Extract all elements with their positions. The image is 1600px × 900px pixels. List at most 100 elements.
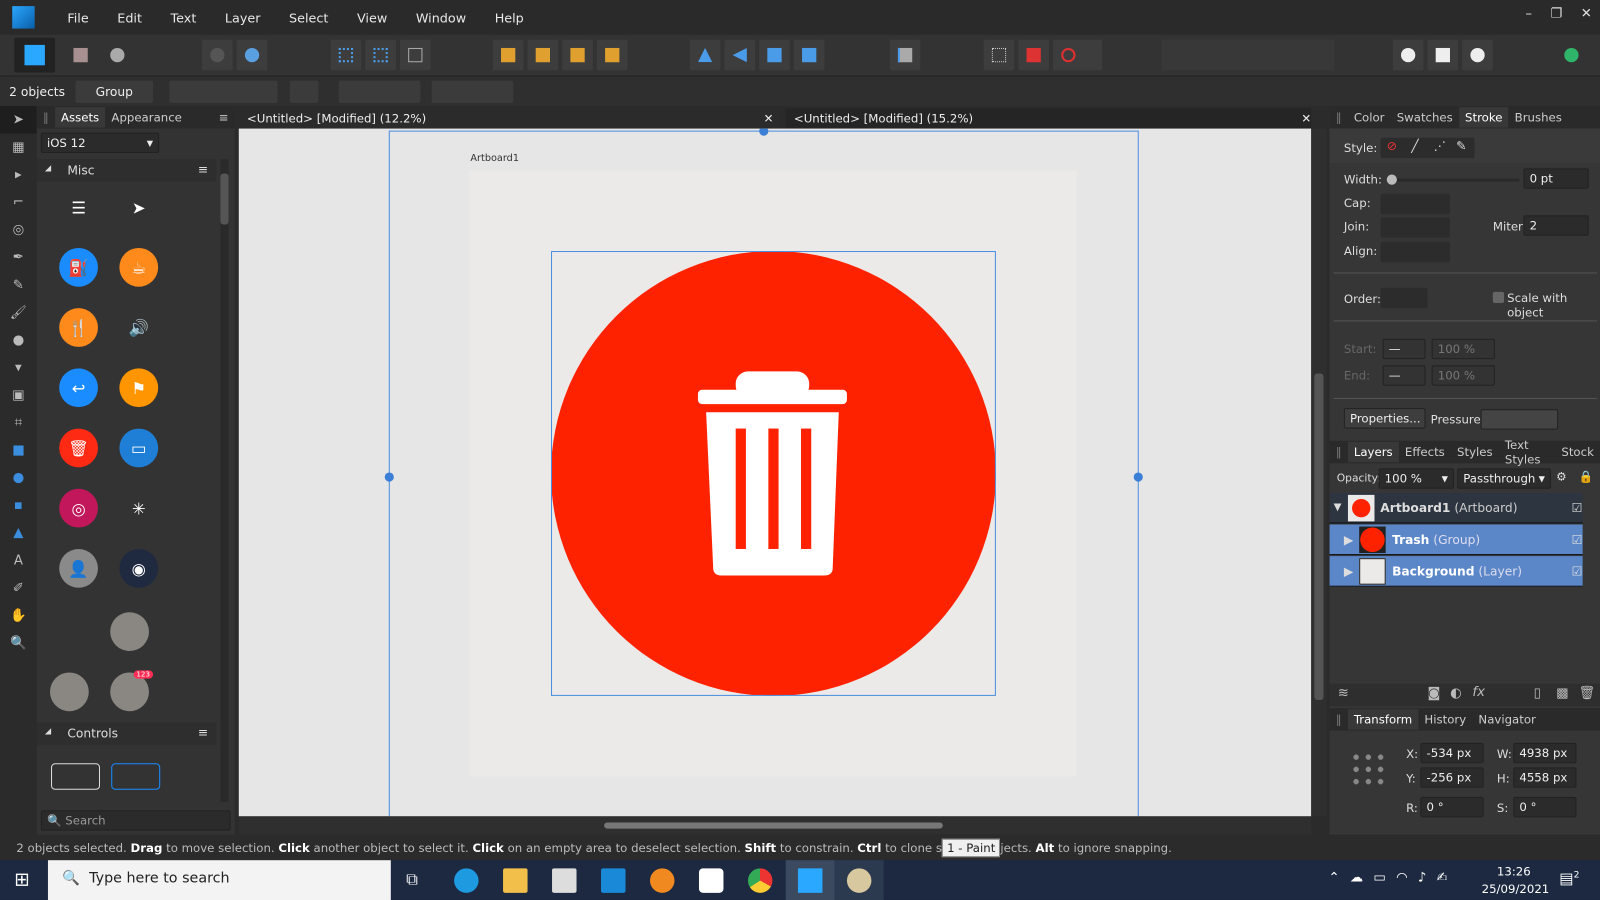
fill-tool-icon[interactable]: ● — [0, 327, 37, 355]
selection-handle[interactable] — [384, 472, 394, 482]
scale-with-object-checkbox[interactable] — [1492, 291, 1505, 304]
cap-buttons[interactable] — [1380, 193, 1450, 215]
place-image-icon[interactable]: ▣ — [0, 382, 37, 410]
boolean-add-button[interactable] — [202, 39, 233, 71]
close-tab-icon[interactable]: ✕ — [764, 111, 774, 125]
designer-persona-button[interactable] — [14, 37, 56, 73]
export-persona-button[interactable] — [102, 40, 133, 71]
restore-icon[interactable]: ❐ — [1550, 6, 1562, 21]
arrange-forward-button[interactable] — [562, 39, 593, 71]
store-icon[interactable] — [552, 868, 577, 893]
layer-row-trash[interactable]: ▶ Trash (Group) ☑ — [1329, 524, 1583, 556]
avatar-icon[interactable]: 👤 — [59, 548, 98, 588]
spinner-icon[interactable]: ✳ — [119, 488, 159, 528]
opacity-select[interactable]: 100 % ▼ — [1378, 468, 1455, 489]
menu-help[interactable]: Help — [480, 10, 538, 25]
triangle-tool-icon[interactable]: ▲ — [0, 519, 37, 547]
location-arrow-icon[interactable]: ➤ — [119, 187, 159, 227]
flip-vertical-button[interactable] — [724, 39, 756, 71]
chrome-icon[interactable] — [747, 868, 773, 893]
category-controls-header[interactable]: ◢ Controls ≡ — [36, 722, 217, 745]
order-buttons[interactable] — [1380, 287, 1428, 309]
h-field[interactable]: 4558 px — [1513, 767, 1577, 788]
task-view-icon[interactable]: ⧉ — [406, 869, 418, 889]
align-button[interactable] — [889, 39, 921, 71]
end-arrow-select[interactable]: — — [1382, 365, 1426, 386]
w-field[interactable]: 4938 px — [1513, 742, 1577, 764]
expand-icon[interactable]: ▶ — [1344, 532, 1353, 546]
color-button[interactable] — [1018, 39, 1049, 71]
snap-grid-button[interactable] — [330, 39, 362, 71]
tab-assets[interactable]: Assets — [54, 107, 106, 128]
arrange-back-button[interactable] — [492, 39, 524, 71]
stroke-style-buttons[interactable]: ⊘ ╱ ⋰ ✎ — [1380, 137, 1475, 159]
asset-avatar-placeholder[interactable] — [110, 612, 149, 652]
tab-history[interactable]: History — [1418, 709, 1472, 729]
preferences-button[interactable] — [1462, 39, 1493, 71]
studio-button[interactable] — [1427, 39, 1459, 71]
fuel-icon[interactable]: ⛽ — [59, 247, 98, 287]
rotate-right-button[interactable] — [793, 39, 825, 71]
rectangle-tool-icon[interactable]: ■ — [0, 437, 37, 465]
tab-styles[interactable]: Styles — [1451, 442, 1499, 462]
file-explorer-icon[interactable] — [503, 868, 528, 893]
category-misc-header[interactable]: ◢ Misc ≡ — [36, 159, 217, 182]
asset-button-outline[interactable] — [51, 763, 100, 790]
reset-transform-button[interactable] — [289, 80, 319, 104]
affinity-taskbar-button[interactable] — [785, 860, 835, 900]
windows-start-icon[interactable]: ⊞ — [14, 869, 29, 890]
panel-menu-icon[interactable]: ≡ — [213, 107, 235, 127]
snapping-button[interactable] — [1053, 39, 1103, 71]
end-scale-field[interactable]: 100 % — [1431, 365, 1495, 386]
layers-stack-icon[interactable]: ≋ — [1338, 686, 1349, 701]
lock-icon[interactable]: 🔒 — [1579, 469, 1594, 483]
pixel-persona-button[interactable] — [65, 40, 96, 71]
close-icon[interactable]: ✕ — [1581, 6, 1592, 21]
boolean-subtract-button[interactable] — [236, 39, 268, 71]
join-buttons[interactable] — [1380, 217, 1450, 238]
menu-select[interactable]: Select — [275, 10, 343, 25]
tab-stroke[interactable]: Stroke — [1458, 107, 1509, 128]
pencil-tool-icon[interactable]: ✎ — [0, 271, 37, 299]
crop-tool-icon[interactable]: ⌗ — [0, 409, 37, 437]
coffee-icon[interactable]: ☕ — [119, 247, 159, 287]
tab-swatches[interactable]: Swatches — [1391, 107, 1459, 127]
selection-handle[interactable] — [1133, 472, 1143, 482]
account-icon[interactable] — [1556, 40, 1587, 71]
shear-field[interactable]: 0 ° — [1513, 796, 1577, 818]
horizontal-scrollbar[interactable] — [238, 816, 1312, 835]
tab-text-styles[interactable]: Text Styles — [1499, 435, 1556, 470]
snap-bbox-button[interactable] — [365, 39, 396, 71]
visibility-checkbox[interactable]: ☑ — [1572, 532, 1583, 546]
tab-document-2[interactable]: <Untitled> [Modified] (15.2%) ✕ — [785, 108, 1312, 129]
tab-color[interactable]: Color — [1348, 107, 1391, 127]
width-slider[interactable] — [1386, 174, 1520, 185]
artboard-tool-icon[interactable]: ▦ — [0, 134, 37, 162]
corner-tool-icon[interactable]: ⌐ — [0, 189, 37, 217]
rotation-field[interactable]: 0 ° — [1420, 796, 1484, 818]
archive-icon[interactable]: ▭ — [119, 428, 159, 468]
y-field[interactable]: -256 px — [1420, 767, 1484, 788]
gear-icon[interactable]: ⚙ — [1556, 469, 1567, 483]
fx-icon[interactable]: fx — [1472, 685, 1485, 700]
node-tool-icon[interactable]: ▸ — [0, 161, 37, 189]
asset-avatar-placeholder[interactable] — [49, 672, 89, 712]
tab-layers[interactable]: Layers — [1347, 441, 1399, 463]
pen-tool-icon[interactable]: ✒ — [0, 244, 37, 272]
grid-toggle-button[interactable] — [983, 39, 1015, 71]
hand-tool-icon[interactable]: ✋ — [0, 602, 37, 630]
adjustment-icon[interactable]: ◐ — [1450, 686, 1462, 701]
clock-date[interactable]: 25/09/2021 — [1482, 882, 1550, 896]
transform-origin-buttons[interactable] — [169, 80, 278, 104]
align-vertical-buttons[interactable] — [431, 80, 514, 104]
color-picker-icon[interactable]: ✐ — [0, 574, 37, 602]
layer-row-artboard[interactable]: ▼ Artboard1 (Artboard) ☑ — [1329, 492, 1583, 524]
mask-icon[interactable]: ◙ — [1428, 686, 1441, 701]
menu-edit[interactable]: Edit — [103, 10, 156, 25]
add-layer-icon[interactable]: ▯ — [1534, 686, 1541, 701]
canvas[interactable]: Artboard1 — [238, 128, 1312, 817]
tab-document-1[interactable]: <Untitled> [Modified] (12.2%) ✕ — [238, 108, 782, 129]
menu-view[interactable]: View — [343, 10, 402, 25]
asset-avatar-badge[interactable]: 123 — [110, 670, 154, 712]
align-stroke-buttons[interactable] — [1380, 241, 1450, 263]
